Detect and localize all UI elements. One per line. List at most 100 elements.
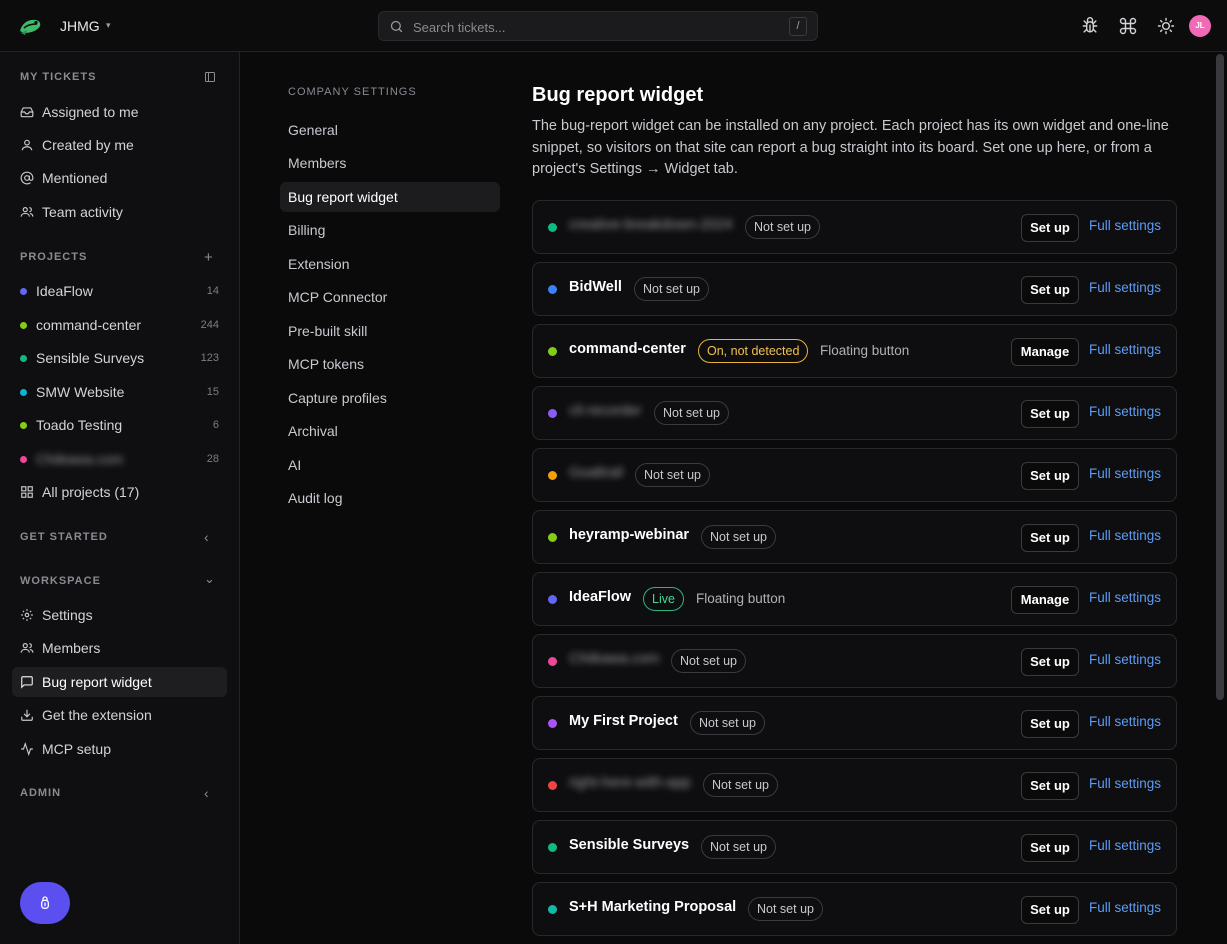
collapse-sidebar-icon[interactable] bbox=[204, 71, 216, 83]
set-up-button[interactable]: Set up bbox=[1021, 400, 1079, 428]
full-settings-link[interactable]: Full settings bbox=[1089, 466, 1161, 481]
sidebar-item-label: All projects (17) bbox=[42, 484, 140, 500]
full-settings-link[interactable]: Full settings bbox=[1089, 652, 1161, 667]
sidebar-item-label: Get the extension bbox=[42, 707, 152, 723]
chevron-left-icon[interactable]: ‹ bbox=[204, 785, 216, 801]
workspace-caret-icon[interactable]: ▾ bbox=[106, 20, 111, 31]
set-up-button[interactable]: Set up bbox=[1021, 524, 1079, 552]
status-badge: Not set up bbox=[654, 401, 729, 425]
full-settings-link[interactable]: Full settings bbox=[1089, 280, 1161, 295]
full-settings-link[interactable]: Full settings bbox=[1089, 218, 1161, 233]
my-tickets-header: MY TICKETS bbox=[20, 71, 97, 83]
user-icon bbox=[20, 138, 34, 152]
project-widget-row: IdeaFlow Live Floating button Manage Full se… bbox=[532, 572, 1177, 626]
search-icon bbox=[389, 19, 404, 34]
sidebar-item-label: Members bbox=[42, 640, 101, 656]
sidebar-item-assigned-to-me[interactable]: Assigned to me bbox=[12, 97, 227, 127]
full-settings-link[interactable]: Full settings bbox=[1089, 342, 1161, 357]
project-color-dot bbox=[548, 843, 557, 852]
settings-nav-pre-built-skill[interactable]: Pre-built skill bbox=[280, 316, 500, 346]
command-icon[interactable] bbox=[1118, 16, 1138, 36]
project-widget-row: heyramp-webinar Not set up Set up Full sett… bbox=[532, 510, 1177, 564]
settings-nav-bug-report-widget[interactable]: Bug report widget bbox=[280, 182, 500, 212]
project-count: 14 bbox=[206, 285, 219, 297]
project-label: SMW Website bbox=[36, 384, 125, 400]
scrollbar[interactable] bbox=[1216, 54, 1224, 700]
settings-nav-capture-profiles[interactable]: Capture profiles bbox=[280, 383, 500, 413]
sidebar-project-command-center[interactable]: command-center 244 bbox=[12, 310, 227, 340]
status-badge: Not set up bbox=[745, 215, 820, 239]
users-icon bbox=[20, 205, 34, 219]
frog-logo-icon[interactable] bbox=[18, 15, 42, 37]
manage-button[interactable]: Manage bbox=[1011, 586, 1079, 614]
set-up-button[interactable]: Set up bbox=[1021, 276, 1079, 304]
settings-nav-label: MCP tokens bbox=[288, 356, 364, 372]
chevron-left-icon[interactable]: ‹ bbox=[204, 529, 216, 545]
full-settings-link[interactable]: Full settings bbox=[1089, 528, 1161, 543]
sidebar-item-created-by-me[interactable]: Created by me bbox=[12, 130, 227, 160]
workspace-name[interactable]: JHMG bbox=[60, 18, 100, 34]
settings-nav-general[interactable]: General bbox=[280, 115, 500, 145]
set-up-button[interactable]: Set up bbox=[1021, 710, 1079, 738]
set-up-button[interactable]: Set up bbox=[1021, 772, 1079, 800]
settings-nav-ai[interactable]: AI bbox=[280, 450, 500, 480]
full-settings-link[interactable]: Full settings bbox=[1089, 404, 1161, 419]
bug-report-launcher-button[interactable] bbox=[20, 882, 70, 924]
project-name: right-here-with-app bbox=[569, 775, 691, 791]
status-badge: Live bbox=[643, 587, 684, 611]
gear-icon bbox=[20, 608, 34, 622]
sidebar-item-get-the-extension[interactable]: Get the extension bbox=[12, 700, 227, 730]
search-box[interactable]: / bbox=[378, 11, 818, 41]
project-color-dot bbox=[548, 409, 557, 418]
project-label: Toado Testing bbox=[36, 417, 123, 433]
settings-nav-audit-log[interactable]: Audit log bbox=[280, 483, 500, 513]
set-up-button[interactable]: Set up bbox=[1021, 834, 1079, 862]
sidebar-item-mentioned[interactable]: Mentioned bbox=[12, 163, 227, 193]
project-name: My First Project bbox=[569, 713, 678, 729]
settings-nav-archival[interactable]: Archival bbox=[280, 416, 500, 446]
settings-nav-mcp-tokens[interactable]: MCP tokens bbox=[280, 349, 500, 379]
sun-icon[interactable] bbox=[1156, 16, 1176, 36]
get-started-header[interactable]: GET STARTED bbox=[20, 531, 108, 543]
project-name: IdeaFlow bbox=[569, 589, 632, 605]
settings-nav-extension[interactable]: Extension bbox=[280, 249, 500, 279]
user-avatar[interactable]: JL bbox=[1189, 15, 1211, 37]
sidebar-project-smw-website[interactable]: SMW Website 15 bbox=[12, 377, 227, 407]
chevron-down-icon[interactable]: ⌄ bbox=[204, 571, 216, 586]
project-color-dot bbox=[20, 456, 27, 463]
settings-nav-billing[interactable]: Billing bbox=[280, 215, 500, 245]
message-square-icon bbox=[20, 675, 34, 689]
sidebar-project-ideaflow[interactable]: IdeaFlow 14 bbox=[12, 276, 227, 306]
sidebar-item-team-activity[interactable]: Team activity bbox=[12, 197, 227, 227]
add-project-icon[interactable]: + bbox=[204, 249, 216, 266]
sidebar-item-all-projects[interactable]: All projects (17) bbox=[12, 477, 227, 507]
set-up-button[interactable]: Set up bbox=[1021, 648, 1079, 676]
sidebar-item-mcp-setup[interactable]: MCP setup bbox=[12, 734, 227, 764]
sidebar-project-sensible-surveys[interactable]: Sensible Surveys 123 bbox=[12, 343, 227, 373]
admin-header[interactable]: ADMIN bbox=[20, 787, 61, 799]
bug-icon[interactable] bbox=[1080, 16, 1100, 36]
set-up-button[interactable]: Set up bbox=[1021, 462, 1079, 490]
sidebar-project-toado-testing[interactable]: Toado Testing 6 bbox=[12, 410, 227, 440]
project-color-dot bbox=[20, 389, 27, 396]
project-label: IdeaFlow bbox=[36, 283, 93, 299]
sidebar-item-bug-report-widget[interactable]: Bug report widget bbox=[12, 667, 227, 697]
settings-nav-members[interactable]: Members bbox=[280, 148, 500, 178]
search-input[interactable] bbox=[413, 17, 753, 37]
full-settings-link[interactable]: Full settings bbox=[1089, 900, 1161, 915]
workspace-header[interactable]: WORKSPACE bbox=[20, 575, 101, 587]
settings-nav-mcp-connector[interactable]: MCP Connector bbox=[280, 282, 500, 312]
set-up-button[interactable]: Set up bbox=[1021, 896, 1079, 924]
set-up-button[interactable]: Set up bbox=[1021, 214, 1079, 242]
sidebar-item-members[interactable]: Members bbox=[12, 633, 227, 663]
sidebar-item-settings[interactable]: Settings bbox=[12, 600, 227, 630]
company-settings-header: COMPANY SETTINGS bbox=[288, 86, 417, 98]
project-widget-row: My First Project Not set up Set up Full set… bbox=[532, 696, 1177, 750]
sidebar-project-blurred[interactable]: Chiikawa.com 28 bbox=[12, 444, 227, 474]
project-name: heyramp-webinar bbox=[569, 527, 690, 543]
full-settings-link[interactable]: Full settings bbox=[1089, 590, 1161, 605]
full-settings-link[interactable]: Full settings bbox=[1089, 776, 1161, 791]
full-settings-link[interactable]: Full settings bbox=[1089, 714, 1161, 729]
manage-button[interactable]: Manage bbox=[1011, 338, 1079, 366]
full-settings-link[interactable]: Full settings bbox=[1089, 838, 1161, 853]
